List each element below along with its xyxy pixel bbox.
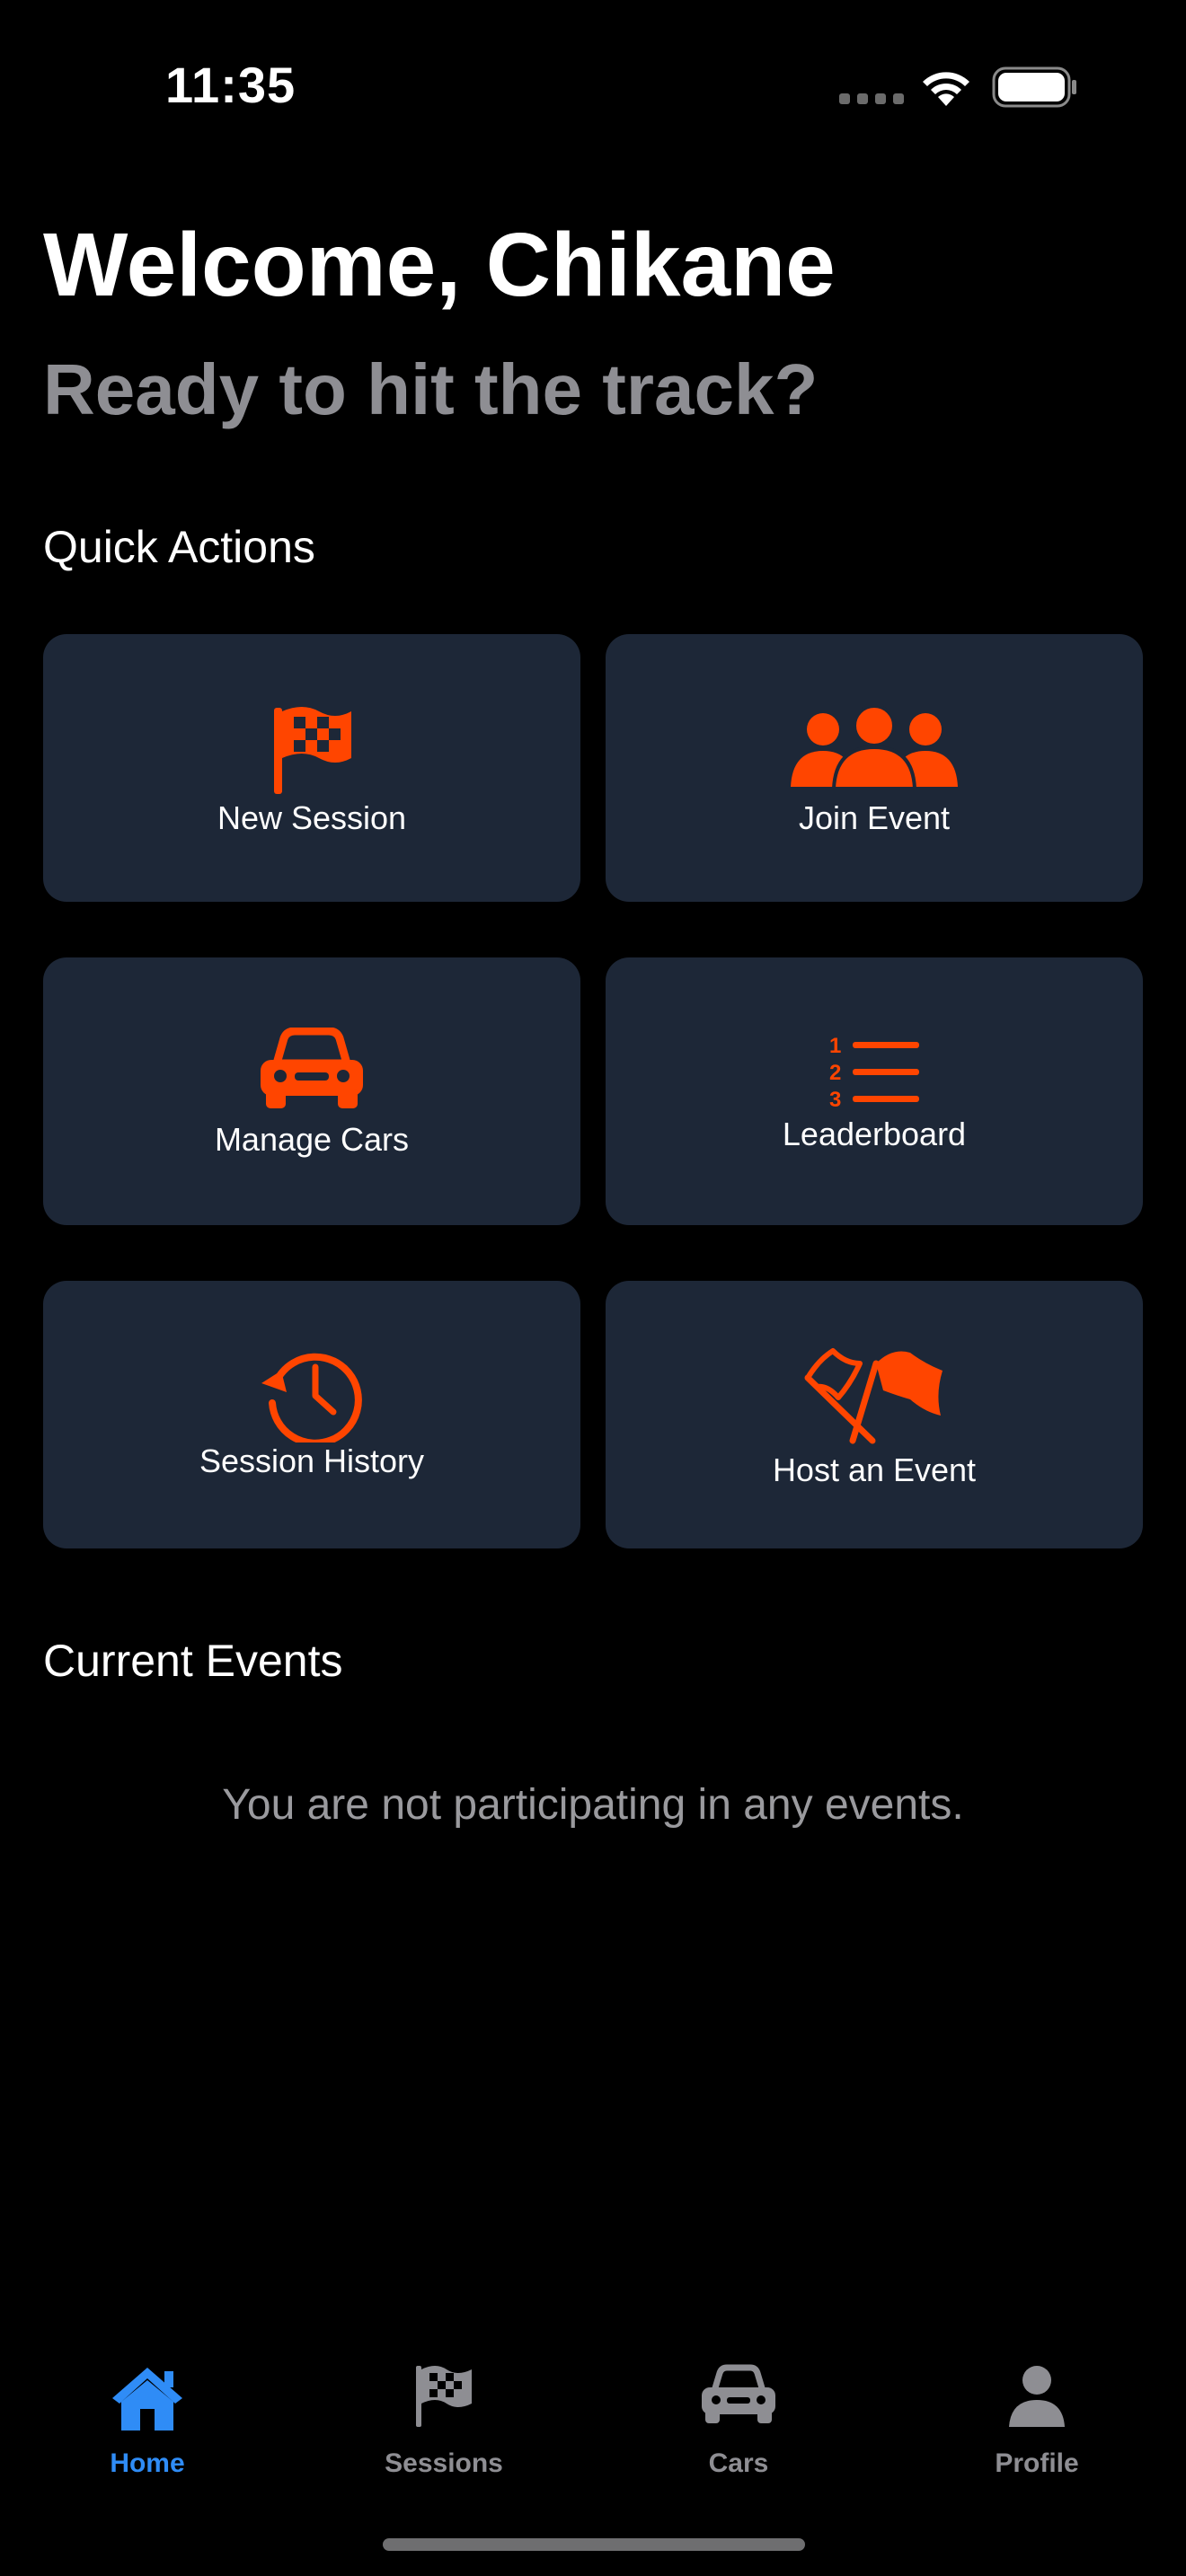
current-events-title: Current Events	[43, 1636, 343, 1686]
crossed-flags-icon	[804, 1348, 943, 1444]
empty-events-message: You are not participating in any events.	[222, 1781, 964, 1829]
tab-home-label: Home	[110, 2448, 185, 2478]
svg-text:3: 3	[829, 1088, 841, 1108]
tab-cars-label: Cars	[708, 2448, 769, 2478]
car-icon	[261, 1028, 363, 1108]
quick-actions-title: Quick Actions	[43, 522, 315, 572]
status-bar: 11:35	[0, 0, 1186, 171]
leaderboard-label: Leaderboard	[782, 1116, 967, 1152]
battery-icon	[992, 66, 1076, 108]
join-event-label: Join Event	[798, 799, 951, 836]
checkered-flag-icon	[274, 707, 351, 794]
tab-sessions[interactable]: Sessions	[354, 2364, 534, 2499]
group-icon	[791, 706, 958, 789]
wifi-icon	[923, 72, 969, 106]
tab-profile[interactable]: Profile	[947, 2364, 1127, 2499]
tab-cars[interactable]: Cars	[649, 2364, 828, 2499]
history-clock-icon	[261, 1353, 362, 1442]
leaderboard-button[interactable]: 1 2 3 Leaderboard	[606, 957, 1143, 1225]
host-event-button[interactable]: Host an Event	[606, 1281, 1143, 1548]
manage-cars-label: Manage Cars	[214, 1121, 410, 1158]
car-icon	[702, 2364, 775, 2423]
tab-profile-label: Profile	[995, 2448, 1079, 2478]
house-icon	[112, 2368, 182, 2430]
join-event-button[interactable]: Join Event	[606, 634, 1143, 902]
session-history-label: Session History	[199, 1442, 425, 1479]
tab-home[interactable]: Home	[58, 2364, 237, 2499]
greeting-subtitle: Ready to hit the track?	[43, 349, 819, 429]
tab-sessions-label: Sessions	[385, 2448, 503, 2478]
new-session-label: New Session	[217, 799, 407, 836]
person-icon	[1009, 2366, 1065, 2427]
svg-text:2: 2	[829, 1061, 841, 1085]
status-time: 11:35	[165, 57, 296, 113]
new-session-button[interactable]: New Session	[43, 634, 580, 902]
svg-text:1: 1	[829, 1034, 841, 1058]
host-event-label: Host an Event	[772, 1451, 977, 1488]
home-indicator	[383, 2538, 805, 2551]
manage-cars-button[interactable]: Manage Cars	[43, 957, 580, 1225]
cellular-dots-icon	[839, 93, 904, 104]
numbered-list-icon: 1 2 3	[829, 1034, 919, 1108]
checkered-flag-icon	[416, 2366, 472, 2427]
session-history-button[interactable]: Session History	[43, 1281, 580, 1548]
greeting-title: Welcome, Chikane	[43, 215, 836, 315]
